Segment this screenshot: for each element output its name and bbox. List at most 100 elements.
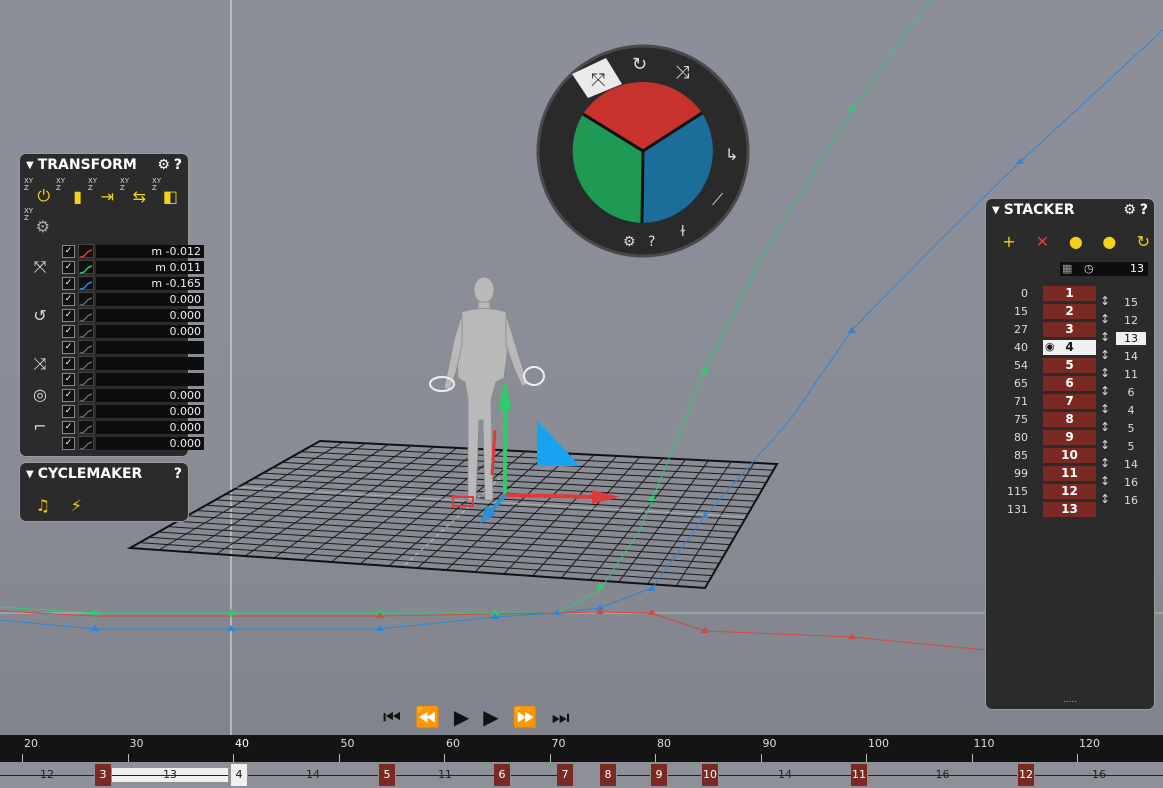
stacker-key[interactable]: 2 <box>1043 304 1096 319</box>
channel-checkbox[interactable]: ✓ <box>62 372 75 386</box>
channel-value[interactable]: 0.000 <box>96 420 204 434</box>
stacker-key[interactable]: 6 <box>1043 376 1096 391</box>
timeline-segment[interactable]: 11 <box>396 768 494 782</box>
channel-value[interactable] <box>96 372 204 386</box>
add-key-button[interactable]: + <box>990 225 1015 251</box>
timeline-key[interactable]: 10 <box>702 764 718 786</box>
gear-icon[interactable]: ⚙ <box>157 157 170 173</box>
collapse-triangle-icon[interactable]: ▼ <box>26 469 34 480</box>
collapse-triangle-icon[interactable]: ▼ <box>992 205 1000 216</box>
translate-icon[interactable]: ⤧ <box>591 70 605 91</box>
timeline-segment[interactable]: 16 <box>1035 768 1163 782</box>
settings-tool-button[interactable]: XY Z ⚙ <box>24 208 50 237</box>
resize-arrow-icon[interactable]: ↕ <box>1100 474 1110 488</box>
copy-tool-button[interactable]: XY Z ▮ <box>56 178 82 207</box>
power-tool-button[interactable]: XY Z ⏻ <box>24 178 50 206</box>
key-length[interactable]: 4 <box>1116 404 1146 417</box>
resize-arrow-icon[interactable]: ↕ <box>1100 330 1110 344</box>
stacker-key[interactable]: 1 <box>1043 286 1096 301</box>
question-icon[interactable]: ? <box>174 157 182 173</box>
stacker-key[interactable]: 13 <box>1043 502 1096 517</box>
curve-icon[interactable] <box>78 404 94 418</box>
curve-icon[interactable] <box>78 292 94 306</box>
key-length[interactable]: 14 <box>1116 350 1146 363</box>
timeline-key-bar[interactable]: 12 3 13 4 14 5 11 6 7 8 9 10 14 11 16 12 16 <box>0 762 1163 788</box>
scale-icon[interactable]: ⤨ <box>675 62 689 83</box>
curve-icon[interactable] <box>78 324 94 338</box>
curve-icon[interactable] <box>78 420 94 434</box>
bone-icon[interactable]: ⟋ <box>712 190 724 209</box>
resize-arrow-icon[interactable]: ↕ <box>1100 420 1110 434</box>
rotate-icon[interactable]: ↻ <box>632 54 647 75</box>
timeline-segment[interactable] <box>668 768 701 782</box>
timeline-key[interactable]: 4 <box>231 764 247 786</box>
channel-checkbox[interactable]: ✓ <box>62 244 75 258</box>
question-icon[interactable]: ? <box>648 234 655 250</box>
resize-arrow-icon[interactable]: ↕ <box>1100 438 1110 452</box>
resize-arrow-icon[interactable]: ↕ <box>1100 384 1110 398</box>
stacker-key[interactable]: 3 <box>1043 322 1096 337</box>
ik-icon[interactable]: ↳ <box>725 145 738 164</box>
timeline-segment[interactable]: 16 <box>868 768 1017 782</box>
timeline-key[interactable]: 3 <box>95 764 111 786</box>
curve-icon[interactable] <box>78 244 94 258</box>
key-length[interactable]: 5 <box>1116 440 1146 453</box>
timeline-segment[interactable] <box>511 768 558 782</box>
channel-value[interactable]: m -0.012 <box>96 244 204 258</box>
timeline-key[interactable]: 11 <box>851 764 867 786</box>
curve-icon[interactable] <box>78 276 94 290</box>
key-length[interactable]: 16 <box>1116 494 1146 507</box>
key-length[interactable]: 15 <box>1116 296 1146 309</box>
ghost-prev-button[interactable]: ● <box>1057 225 1083 251</box>
mode-pie-menu[interactable] <box>536 44 750 258</box>
resize-arrow-icon[interactable]: ↕ <box>1100 312 1110 326</box>
refresh-key-button[interactable]: ↻ <box>1124 225 1150 251</box>
stacker-key[interactable]: 12 <box>1043 484 1096 499</box>
channel-checkbox[interactable]: ✓ <box>62 324 75 338</box>
timeline-key[interactable]: 8 <box>600 764 616 786</box>
stacker-header[interactable]: ▼ STACKER ⚙ ? <box>986 199 1154 221</box>
curve-icon[interactable] <box>78 260 94 274</box>
next-key-icon[interactable]: ⏩ <box>513 705 538 729</box>
curve-icon[interactable] <box>78 436 94 450</box>
delete-key-button[interactable]: ✕ <box>1024 225 1049 251</box>
key-length[interactable]: 5 <box>1116 422 1146 435</box>
gear-icon[interactable]: ⚙ <box>623 234 636 250</box>
timeline-key[interactable]: 12 <box>1018 764 1034 786</box>
timeline-segment[interactable]: 12 <box>0 768 94 782</box>
paste-mirror-tool-button[interactable]: XY Z ⇆ <box>120 178 146 207</box>
resize-handle[interactable]: ..... <box>986 695 1154 705</box>
resize-arrow-icon[interactable]: ↕ <box>1100 402 1110 416</box>
key-length[interactable]: 12 <box>1116 314 1146 327</box>
curve-icon[interactable] <box>78 308 94 322</box>
channel-checkbox[interactable]: ✓ <box>62 404 75 418</box>
channel-checkbox[interactable]: ✓ <box>62 292 75 306</box>
curve-icon[interactable] <box>78 388 94 402</box>
stacker-key[interactable]: 10 <box>1043 448 1096 463</box>
curve-icon[interactable] <box>78 356 94 370</box>
channel-value[interactable]: m -0.165 <box>96 276 204 290</box>
channel-checkbox[interactable]: ✓ <box>62 356 75 370</box>
timeline-segment[interactable]: 14 <box>248 768 378 782</box>
collapse-triangle-icon[interactable]: ▼ <box>26 160 34 171</box>
key-length[interactable]: 16 <box>1116 476 1146 489</box>
ghost-next-button[interactable]: ● <box>1091 225 1116 251</box>
stacker-key[interactable]: 8 <box>1043 412 1096 427</box>
question-icon[interactable]: ? <box>1140 202 1148 218</box>
stacker-key[interactable]: 11 <box>1043 466 1096 481</box>
channel-value[interactable]: 0.000 <box>96 308 204 322</box>
cycle-walk-button[interactable]: ♫ <box>24 489 50 515</box>
cycle-run-button[interactable]: ⚡ <box>56 489 82 515</box>
resize-arrow-icon[interactable]: ↕ <box>1100 348 1110 362</box>
channel-checkbox[interactable]: ✓ <box>62 260 75 274</box>
question-icon[interactable]: ? <box>174 466 182 482</box>
timeline-ruler[interactable]: 20 30 40 50 60 70 80 90 100 110 120 <box>0 735 1163 762</box>
timeline-key[interactable]: 5 <box>379 764 395 786</box>
channel-checkbox[interactable]: ✓ <box>62 308 75 322</box>
key-length[interactable]: 11 <box>1116 368 1146 381</box>
channel-value[interactable] <box>96 356 204 370</box>
channel-value[interactable] <box>96 340 204 354</box>
timeline-key[interactable]: 9 <box>651 764 667 786</box>
curve-icon[interactable] <box>78 340 94 354</box>
key-length[interactable]: 14 <box>1116 458 1146 471</box>
